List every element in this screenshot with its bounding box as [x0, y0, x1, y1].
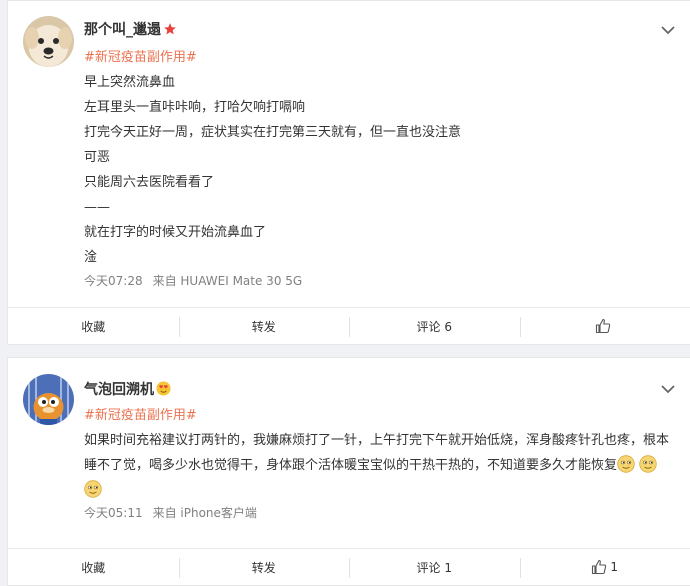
post-text-line: 早上突然流鼻血 — [84, 75, 176, 90]
chevron-down-icon[interactable] — [660, 22, 676, 38]
post-text-line: 淦 — [84, 250, 98, 265]
weibo-post-card: 那个叫_邋遢 #新冠疫苗副作用# 早上突然流鼻血 左耳里头一直咔咔响，打哈欠响打… — [7, 0, 690, 345]
action-bar: 收藏 转发 评论 1 1 — [8, 548, 690, 585]
comment-button[interactable]: 评论 6 — [349, 308, 520, 344]
doge-emoji-icon — [639, 455, 657, 473]
favorite-button[interactable]: 收藏 — [8, 549, 179, 585]
like-count: 1 — [610, 560, 619, 574]
post-source: 来自 HUAWEI Mate 30 5G — [152, 274, 303, 288]
hashtag-link[interactable]: #新冠疫苗副作用# — [84, 408, 197, 423]
post-source: 来自 iPhone客户端 — [152, 506, 257, 520]
post-text-line: 就在打字的时候又开始流鼻血了 — [84, 225, 267, 240]
user-avatar[interactable] — [23, 374, 74, 425]
post-time[interactable]: 今天07:28 — [84, 274, 143, 288]
like-button[interactable] — [519, 308, 690, 344]
star-icon — [163, 22, 177, 40]
post-meta: 今天07:28 来自 HUAWEI Mate 30 5G — [84, 272, 312, 289]
post-text-line: —— — [84, 200, 110, 215]
repost-button[interactable]: 转发 — [178, 549, 350, 585]
user-avatar[interactable] — [23, 16, 74, 67]
thumbs-up-icon — [592, 559, 607, 575]
action-bar: 收藏 转发 评论 6 — [8, 307, 690, 344]
doge-emoji-icon — [84, 480, 102, 498]
username[interactable]: 气泡回溯机 — [84, 379, 171, 400]
post-text-line: 只能周六去医院看看了 — [84, 175, 215, 190]
post-content: #新冠疫苗副作用# 如果时间充裕建议打两针的，我嫌麻烦打了一针，上午打完下午就开… — [84, 403, 676, 503]
post-text-line: 可恶 — [84, 150, 111, 165]
weibo-post-card: 气泡回溯机 #新冠疫苗副作用# 如果时间充裕建议打两针的，我嫌麻烦打了一针，上午… — [7, 357, 690, 586]
username[interactable]: 那个叫_邋遢 — [84, 19, 177, 40]
post-text-line: 左耳里头一直咔咔响，打哈欠响打嗝响 — [84, 100, 306, 115]
chevron-down-icon[interactable] — [660, 381, 676, 397]
favorite-button[interactable]: 收藏 — [8, 308, 179, 344]
post-content: #新冠疫苗副作用# 早上突然流鼻血 左耳里头一直咔咔响，打哈欠响打嗝响 打完今天… — [84, 45, 676, 270]
post-time[interactable]: 今天05:11 — [84, 506, 143, 520]
like-button[interactable]: 1 — [519, 549, 690, 585]
post-text-line: 打完今天正好一周，症状其实在打完第三天就有，但一直也没注意 — [84, 125, 462, 140]
repost-button[interactable]: 转发 — [178, 308, 350, 344]
post-meta: 今天05:11 来自 iPhone客户端 — [84, 504, 267, 521]
thumbs-up-icon — [596, 318, 611, 334]
doge-emoji-icon — [617, 455, 635, 473]
heart-eyes-icon — [156, 381, 171, 400]
comment-button[interactable]: 评论 1 — [349, 549, 520, 585]
hashtag-link[interactable]: #新冠疫苗副作用# — [84, 50, 197, 65]
post-text: 如果时间充裕建议打两针的，我嫌麻烦打了一针，上午打完下午就开始低烧，浑身酸疼针孔… — [84, 428, 676, 503]
